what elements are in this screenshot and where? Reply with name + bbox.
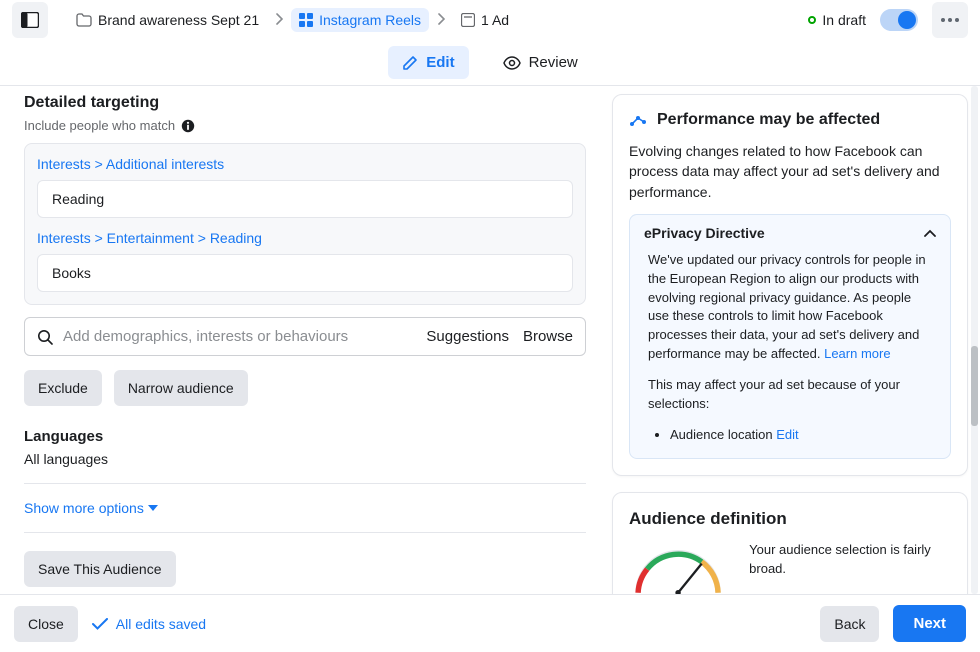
audience-definition-text: Your audience selection is fairly broad. [749, 541, 951, 594]
more-icon [941, 18, 959, 22]
audience-definition-card: Audience definition Your audience select… [612, 492, 968, 594]
eprivacy-body: We've updated our privacy controls for p… [648, 252, 926, 361]
saved-status: All edits saved [92, 616, 206, 632]
suggestions-button[interactable]: Suggestions [426, 328, 509, 345]
interest-value-books[interactable]: Books [37, 254, 573, 292]
status-label: In draft [822, 12, 866, 28]
eprivacy-affect-line: This may affect your ad set because of y… [648, 376, 932, 414]
gauge-icon [629, 541, 727, 594]
search-icon [37, 329, 53, 345]
performance-title: Performance may be affected [657, 111, 880, 129]
status-dot-icon [808, 16, 816, 24]
save-audience-button[interactable]: Save This Audience [24, 551, 176, 587]
eprivacy-title: ePrivacy Directive [644, 225, 765, 241]
link-reading[interactable]: Reading [210, 230, 262, 246]
eprivacy-box: ePrivacy Directive We've updated our pri… [629, 214, 951, 460]
interest-path-2: Interests > Entertainment > Reading [37, 230, 573, 246]
languages-title: Languages [24, 428, 586, 445]
toggle-knob [898, 11, 916, 29]
panel-icon [21, 12, 39, 28]
caret-down-icon [148, 505, 158, 511]
back-button[interactable]: Back [820, 606, 879, 642]
panel-toggle-button[interactable] [12, 2, 48, 38]
breadcrumb-adset[interactable]: Instagram Reels [291, 8, 429, 32]
status-badge: In draft [808, 12, 866, 28]
targeting-box: Interests > Additional interests Reading… [24, 143, 586, 305]
folder-icon [76, 13, 92, 27]
eprivacy-bullet: Audience location Edit [670, 426, 932, 445]
targeting-search-input[interactable] [63, 328, 416, 345]
tab-edit-label: Edit [426, 54, 454, 71]
breadcrumb-adset-label: Instagram Reels [319, 12, 421, 28]
languages-value: All languages [24, 451, 586, 467]
browse-button[interactable]: Browse [523, 328, 573, 345]
chevron-right-icon [437, 12, 445, 28]
eye-icon [503, 56, 521, 70]
exclude-button[interactable]: Exclude [24, 370, 102, 406]
eprivacy-bullet-label: Audience location [670, 427, 773, 442]
link-interests[interactable]: Interests [37, 156, 91, 172]
eprivacy-header[interactable]: ePrivacy Directive [630, 215, 950, 251]
show-more-options[interactable]: Show more options [24, 500, 586, 516]
more-button[interactable] [932, 2, 968, 38]
breadcrumb-ad-label: 1 Ad [481, 12, 509, 28]
scrollbar-thumb[interactable] [971, 346, 978, 426]
divider [24, 483, 586, 484]
performance-body: Evolving changes related to how Facebook… [629, 141, 951, 202]
check-icon [92, 618, 108, 630]
interest-path-1: Interests > Additional interests [37, 156, 573, 172]
show-more-label: Show more options [24, 500, 144, 516]
chevron-right-icon [275, 12, 283, 28]
breadcrumb-campaign[interactable]: Brand awareness Sept 21 [68, 8, 267, 32]
scrollbar-track[interactable] [971, 86, 978, 594]
chevron-up-icon [924, 229, 936, 237]
close-button[interactable]: Close [14, 606, 78, 642]
ad-icon [461, 13, 475, 27]
tab-review-label: Review [529, 54, 578, 71]
link-entertainment[interactable]: Entertainment [107, 230, 194, 246]
learn-more-link[interactable]: Learn more [824, 346, 890, 361]
detailed-targeting-title: Detailed targeting [24, 94, 586, 112]
draft-toggle[interactable] [880, 9, 918, 31]
tab-edit[interactable]: Edit [388, 46, 468, 79]
eprivacy-edit-link[interactable]: Edit [776, 427, 798, 442]
targeting-search[interactable]: Suggestions Browse [24, 317, 586, 356]
breadcrumb-ad[interactable]: 1 Ad [453, 8, 517, 32]
grid-icon [299, 13, 313, 27]
breadcrumb: Brand awareness Sept 21 Instagram Reels … [68, 8, 517, 32]
next-button[interactable]: Next [893, 605, 966, 642]
audience-definition-title: Audience definition [629, 509, 951, 529]
link-interests-2[interactable]: Interests [37, 230, 91, 246]
narrow-audience-button[interactable]: Narrow audience [114, 370, 248, 406]
divider [24, 532, 586, 533]
link-additional-interests[interactable]: Additional interests [106, 156, 224, 172]
saved-status-label: All edits saved [116, 616, 206, 632]
performance-card: Performance may be affected Evolving cha… [612, 94, 968, 476]
include-label: Include people who match [24, 118, 175, 133]
tab-review[interactable]: Review [489, 46, 592, 79]
pencil-icon [402, 55, 418, 71]
info-icon[interactable] [181, 119, 195, 133]
breadcrumb-campaign-label: Brand awareness Sept 21 [98, 12, 259, 28]
performance-icon [629, 112, 647, 128]
interest-value-reading[interactable]: Reading [37, 180, 573, 218]
